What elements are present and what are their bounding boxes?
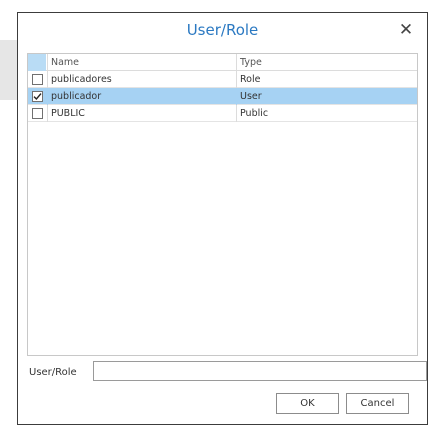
row-checkbox[interactable] [31, 108, 43, 119]
user-role-label: User/Role [29, 367, 77, 378]
row-type: User [236, 88, 417, 105]
grid-header-row: Name Type [28, 54, 417, 71]
user-role-dialog: User/Role ✕ Name Type publicadores Role [17, 12, 428, 425]
cancel-button[interactable]: Cancel [346, 393, 409, 414]
row-checkbox[interactable] [31, 74, 43, 85]
row-name: PUBLIC [47, 105, 235, 122]
table-row-selected[interactable]: publicador User [28, 88, 417, 105]
close-icon: ✕ [398, 20, 414, 40]
row-checkbox-checked[interactable] [31, 91, 43, 102]
ok-button[interactable]: OK [276, 393, 339, 414]
column-header-type[interactable]: Type [236, 54, 417, 71]
row-type: Role [236, 71, 417, 88]
row-name: publicador [47, 88, 235, 105]
row-name: publicadores [47, 71, 235, 88]
close-button[interactable]: ✕ [395, 19, 417, 41]
dialog-title-bar: User/Role ✕ [18, 13, 427, 49]
table-row[interactable]: publicadores Role [28, 71, 417, 88]
row-check-cell [28, 88, 46, 105]
row-check-cell [28, 105, 46, 122]
user-role-grid: Name Type publicadores Role publicador U… [27, 53, 418, 356]
row-check-cell [28, 71, 46, 88]
table-row[interactable]: PUBLIC Public [28, 105, 417, 122]
row-type: Public [236, 105, 417, 122]
checkmark-icon [33, 93, 42, 101]
column-header-name[interactable]: Name [47, 54, 235, 71]
user-role-input[interactable] [93, 361, 427, 381]
header-check-cell [28, 54, 46, 71]
dialog-title: User/Role [186, 21, 259, 39]
